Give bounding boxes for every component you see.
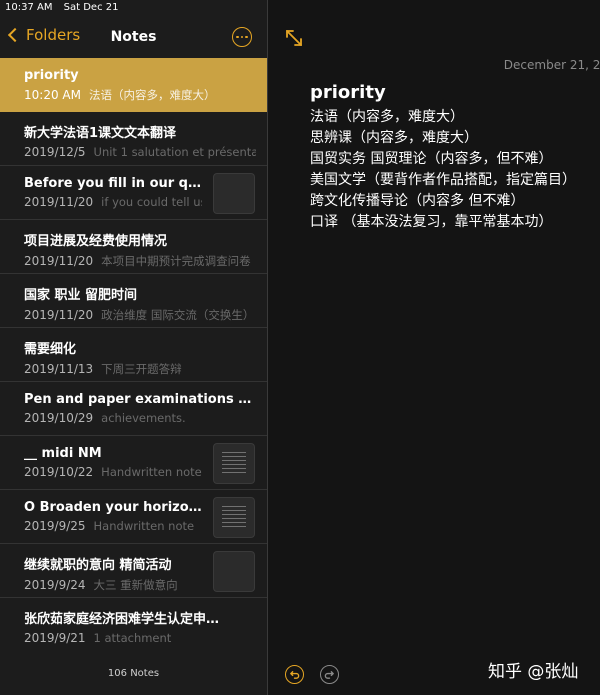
handwritten-note-thumbnail	[213, 443, 255, 484]
nav-bar: Folders Notes	[0, 22, 267, 54]
undo-button[interactable]	[285, 665, 304, 684]
note-date: 2019/9/21	[24, 631, 86, 645]
expand-arrows-icon[interactable]	[284, 28, 304, 48]
note-title: 张欣茹家庭经济困难学生认定申…	[24, 612, 220, 627]
note-date: 2019/11/20	[24, 195, 94, 209]
note-title: 继续就职的意向 精简活动	[24, 558, 172, 573]
notes-sidebar: 10:37 AM Sat Dec 21 Folders Notes priori…	[0, 0, 267, 695]
status-date: Sat Dec 21	[63, 2, 119, 13]
list-item[interactable]: 需要细化 2019/11/13 下周三开题答辩	[0, 328, 267, 382]
note-line: 法语（内容多，难度大）	[310, 109, 464, 125]
note-date: 10:20 AM	[24, 88, 81, 102]
list-item[interactable]: Pen and paper examinations are… 2019/10/…	[0, 382, 267, 436]
note-body[interactable]: priority 法语（内容多，难度大） 思辨课（内容多，难度大） 国贸实务 国…	[310, 82, 600, 233]
ellipsis-dot	[240, 35, 244, 39]
note-date: 2019/10/22	[24, 465, 94, 479]
note-date: 2019/11/20	[24, 254, 94, 268]
more-button[interactable]	[232, 27, 252, 47]
status-bar: 10:37 AM Sat Dec 21	[0, 0, 267, 16]
note-date: 2019/9/25	[24, 519, 86, 533]
note-title: O Broaden your horizons	[24, 500, 202, 515]
list-item[interactable]: O Broaden your horizons 2019/9/25 Handwri…	[0, 490, 267, 544]
list-item[interactable]: 新大学法语1课文文本翻译 2019/12/5 Unit 1 salutation …	[0, 112, 267, 166]
note-preview: Handwritten note	[101, 465, 202, 479]
redo-button[interactable]	[320, 665, 339, 684]
watermark: 知乎 @张灿	[488, 662, 579, 682]
note-title: 需要细化	[24, 342, 77, 357]
note-thumbnail	[213, 173, 255, 214]
note-preview: 政治维度 国际交流（交换生）	[101, 308, 255, 322]
list-item[interactable]: priority 10:20 AM 法语（内容多，难度大）	[0, 58, 267, 112]
note-detail: December 21, 20 priority 法语（内容多，难度大） 思辨课…	[268, 0, 600, 695]
note-title: Pen and paper examinations are…	[24, 392, 252, 407]
list-item[interactable]: __ midi NM 2019/10/22 Handwritten note	[0, 436, 267, 490]
page-title: Notes	[110, 29, 157, 45]
note-title: Before you fill in our quest…	[24, 176, 202, 191]
redo-icon	[324, 671, 334, 679]
note-heading: priority	[310, 82, 386, 103]
notes-count: 106 Notes	[107, 668, 160, 679]
ellipsis-circle-icon	[236, 35, 239, 39]
note-title: priority	[24, 68, 79, 83]
note-line: 跨文化传播导论（内容多 但不难）	[310, 193, 525, 209]
notes-list: priority 10:20 AM 法语（内容多，难度大） 新大学法语1课文文本翻…	[0, 58, 267, 652]
note-preview: achievements.	[101, 411, 186, 425]
list-item[interactable]: 张欣茹家庭经济困难学生认定申… 2019/9/21 1 attachment	[0, 598, 267, 652]
note-preview: 本项目中期预计完成调查问卷	[101, 254, 251, 268]
note-line: 美国文学（要背作者作品搭配，指定篇目）	[310, 172, 576, 188]
note-preview: Unit 1 salutation et présentation	[93, 145, 256, 159]
note-preview: 法语（内容多，难度大）	[88, 88, 216, 102]
handwritten-note-thumbnail	[213, 497, 255, 538]
note-line: 思辨课（内容多，难度大）	[310, 130, 478, 146]
note-line: 国贸实务 国贸理论（内容多，但不难）	[310, 151, 553, 167]
note-title: 国家 职业 留肥时间	[24, 288, 138, 303]
list-item[interactable]: 项目进展及经费使用情况 2019/11/20 本项目中期预计完成调查问卷	[0, 220, 267, 274]
note-title: __ midi NM	[24, 446, 102, 461]
list-item[interactable]: 继续就职的意向 精简活动 2019/9/24 大三 重新做意向	[0, 544, 267, 598]
status-time: 10:37 AM	[5, 2, 53, 13]
list-item[interactable]: 国家 职业 留肥时间 2019/11/20 政治维度 国际交流（交换生）	[0, 274, 267, 328]
note-thumbnail	[213, 551, 255, 592]
note-title: 项目进展及经费使用情况	[24, 234, 168, 249]
note-preview: 1 attachment	[93, 631, 172, 645]
note-date: 2019/11/13	[24, 362, 94, 376]
note-date-header: December 21, 20	[503, 58, 600, 72]
note-preview: 大三 重新做意向	[93, 578, 178, 592]
ellipsis-dot	[245, 35, 248, 39]
note-date: 2019/11/20	[24, 308, 94, 322]
note-date: 2019/9/24	[24, 578, 86, 592]
undo-icon	[290, 671, 300, 679]
note-preview: if you could tell us	[101, 195, 202, 209]
note-preview: Handwritten note	[93, 519, 195, 533]
note-title: 新大学法语1课文文本翻译	[24, 126, 177, 141]
note-date: 2019/12/5	[24, 145, 86, 159]
list-item[interactable]: Before you fill in our quest… 2019/11/20…	[0, 166, 267, 220]
note-line: 口译 （基本没法复习，靠平常基本功）	[310, 214, 553, 230]
note-date: 2019/10/29	[24, 411, 94, 425]
note-preview: 下周三开题答辩	[101, 362, 182, 376]
